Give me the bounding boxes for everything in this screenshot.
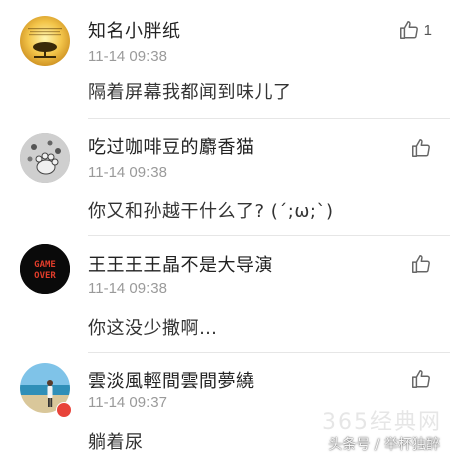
user-avatar[interactable]: GAME OVER xyxy=(20,244,70,294)
comment-text: 隔着屏幕我都闻到味儿了 xyxy=(88,82,292,103)
game-over-icon: GAME OVER xyxy=(20,244,70,294)
comment-item: GAME OVER 王王王王晶不是大导演 11-14 09:38 你这没少撒啊… xyxy=(0,236,450,352)
thumbs-up-icon xyxy=(410,253,432,275)
comment-time: 11-14 09:38 xyxy=(88,164,167,181)
comment-text: 你这没少撒啊… xyxy=(88,318,218,339)
thumbs-up-icon xyxy=(398,19,420,41)
username[interactable]: 吃过咖啡豆的麝香猫 xyxy=(88,133,255,159)
cat-paw-icon xyxy=(20,133,70,183)
comment-list: 知名小胖纸 11-14 09:38 隔着屏幕我都闻到味儿了 1 吃过咖啡豆的麝香… xyxy=(0,0,450,464)
avatar-text: GAME xyxy=(34,260,56,270)
site-watermark: 365经典网 xyxy=(322,410,442,435)
username[interactable]: 王王王王晶不是大导演 xyxy=(88,251,273,277)
thumbs-up-icon xyxy=(410,137,432,159)
like-button[interactable]: 1 xyxy=(398,17,432,43)
like-button[interactable] xyxy=(410,135,432,161)
user-avatar[interactable] xyxy=(20,16,70,66)
user-avatar[interactable] xyxy=(20,133,70,183)
username[interactable]: 雲淡風輕間雲間夢繞 xyxy=(88,367,255,393)
comment-text: 你又和孙越干什么了? (´;ω;`) xyxy=(88,201,334,222)
like-count: 1 xyxy=(423,21,432,39)
source-watermark: 头条号 / 举杯独醉 xyxy=(328,437,440,453)
avatar-text: OVER xyxy=(34,271,56,281)
comment-time: 11-14 09:37 xyxy=(88,394,167,411)
comment-item: 吃过咖啡豆的麝香猫 11-14 09:38 你又和孙越干什么了? (´;ω;`) xyxy=(0,119,450,235)
comment-text: 躺着尿 xyxy=(88,432,144,453)
comment-time: 11-14 09:38 xyxy=(88,280,167,297)
comment-item: 知名小胖纸 11-14 09:38 隔着屏幕我都闻到味儿了 1 xyxy=(0,0,450,118)
comment-time: 11-14 09:38 xyxy=(88,48,167,65)
thumbs-up-icon xyxy=(410,368,432,390)
verified-badge-icon xyxy=(56,402,72,418)
like-button[interactable] xyxy=(410,366,432,392)
tree-sunset-icon xyxy=(20,16,70,66)
username[interactable]: 知名小胖纸 xyxy=(88,17,181,43)
like-button[interactable] xyxy=(410,251,432,277)
